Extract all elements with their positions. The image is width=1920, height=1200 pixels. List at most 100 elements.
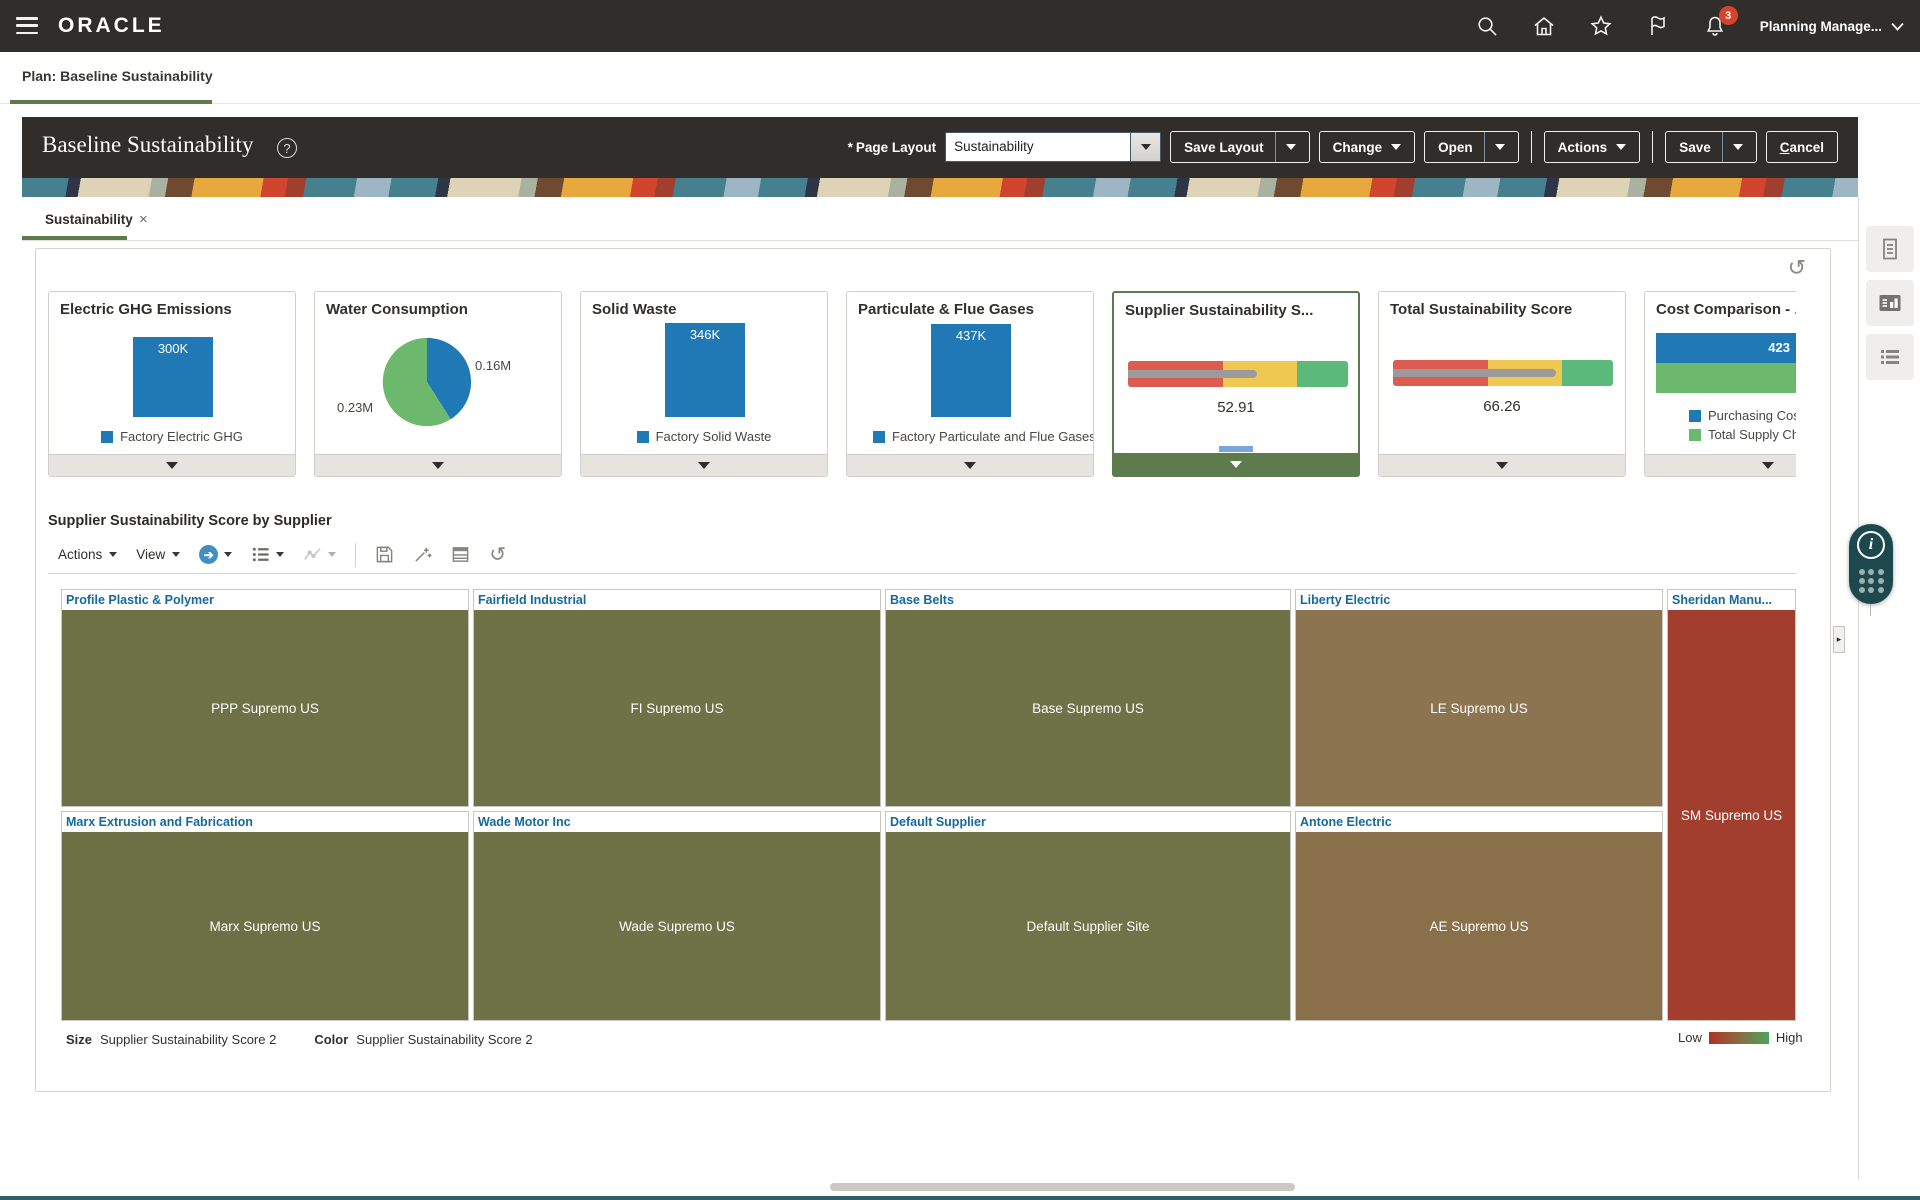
size-value: Supplier Sustainability Score 2 [100, 1032, 276, 1047]
dropdown-caret-icon [328, 552, 336, 557]
open-button[interactable]: Open [1424, 131, 1519, 163]
size-label: Size [66, 1032, 92, 1047]
home-icon[interactable] [1532, 14, 1556, 38]
dropdown-caret-icon [224, 552, 232, 557]
drill-button[interactable]: ➔ [199, 545, 232, 564]
gauge-needle [1128, 370, 1257, 378]
kpi-card-expander[interactable] [49, 454, 295, 476]
panel-splitter-handle[interactable]: ▸ [1833, 626, 1845, 653]
chart-legend: Factory Electric GHG [49, 429, 295, 444]
cancel-button[interactable]: Cancel [1766, 131, 1838, 163]
refresh-icon: ↺ [489, 545, 506, 565]
star-icon[interactable] [1589, 14, 1613, 38]
tab-plan-baseline-sustainability[interactable]: Plan: Baseline Sustainability [22, 68, 213, 84]
save-layout-button[interactable]: Save Layout [1170, 131, 1310, 163]
refresh-button[interactable]: ↺ [489, 545, 506, 565]
kpi-card-expander[interactable] [315, 454, 561, 476]
flag-icon[interactable] [1646, 14, 1670, 38]
bar-value-label: 300K [133, 341, 213, 356]
kpi-card-solid-waste[interactable]: Solid Waste 346K Factory Solid Waste [580, 291, 828, 477]
save-view-button[interactable] [375, 545, 394, 564]
dashboard-icon [1877, 290, 1903, 316]
kpi-card-particulate-flue-gases[interactable]: Particulate & Flue Gases 437K Factory Pa… [846, 291, 1094, 477]
kpi-card-expander[interactable] [847, 454, 1093, 476]
kpi-card-expander[interactable] [581, 454, 827, 476]
page-layout-dropdown-button[interactable] [1131, 132, 1161, 162]
bell-icon[interactable]: 3 [1703, 14, 1727, 38]
gauge-value: 52.91 [1114, 399, 1358, 416]
table-view-button[interactable] [451, 545, 470, 564]
save-dropdown[interactable] [1722, 132, 1743, 162]
header-controls: *Page Layout Sustainability Save Layout … [848, 131, 1838, 163]
search-icon[interactable] [1475, 14, 1499, 38]
treemap-tile-marx-extrusion[interactable]: Marx Extrusion and Fabrication Marx Supr… [61, 811, 469, 1021]
treemap-tile-antone-electric[interactable]: Antone Electric AE Supremo US [1295, 811, 1663, 1021]
format-wand-icon [413, 545, 432, 564]
hierarchy-levels-button[interactable] [251, 545, 284, 564]
change-button[interactable]: Change [1319, 131, 1416, 163]
page-layout-select[interactable]: Sustainability [945, 132, 1161, 162]
color-label: Color [314, 1032, 348, 1047]
global-header: ORACLE 3 Planning Manage... [0, 0, 1920, 52]
treemap-tile-base-belts[interactable]: Base Belts Base Supremo US [885, 589, 1291, 807]
scale-low-label: Low [1678, 1030, 1702, 1045]
help-icon[interactable]: ? [277, 138, 297, 158]
treemap-tile-wade-motor[interactable]: Wade Motor Inc Wade Supremo US [473, 811, 881, 1021]
divider [1870, 604, 1871, 616]
list-icon [1877, 344, 1903, 370]
gauge-needle [1393, 369, 1556, 377]
kpi-card-total-sustainability-score[interactable]: Total Sustainability Score 66.26 [1378, 291, 1626, 477]
save-button[interactable]: Save [1665, 131, 1757, 163]
close-icon[interactable]: × [139, 211, 148, 228]
kpi-card-expander[interactable] [1379, 454, 1625, 476]
tile-supplier-name: Antone Electric [1296, 812, 1662, 832]
oracle-logo: ORACLE [58, 14, 165, 38]
treemap-color-scale: Low High [1678, 1030, 1803, 1045]
panel-tab-list-icon[interactable] [1866, 334, 1914, 380]
grid-dots-icon[interactable] [1859, 569, 1884, 593]
kpi-card-cost-comparison[interactable]: Cost Comparison - ... 423 Purchasing Cos… [1644, 291, 1796, 477]
pie-chart [381, 336, 473, 428]
treemap-view-menu[interactable]: View [136, 547, 180, 562]
info-icon[interactable]: i [1857, 531, 1885, 559]
format-button[interactable] [413, 545, 432, 564]
open-dropdown[interactable] [1484, 132, 1505, 162]
page-layout-value[interactable]: Sustainability [945, 132, 1131, 162]
user-menu[interactable]: Planning Manage... [1760, 19, 1904, 34]
restore-layout-icon[interactable]: ↺ [1788, 257, 1806, 279]
kpi-card-expander[interactable] [1114, 453, 1358, 475]
horizontal-scrollbar-thumb[interactable] [830, 1183, 1295, 1191]
tile-supplier-name: Base Belts [886, 590, 1290, 610]
treemap-tile-profile-plastic-polymer[interactable]: Profile Plastic & Polymer PPP Supremo US [61, 589, 469, 807]
kpi-card-electric-ghg[interactable]: Electric GHG Emissions 300K Factory Elec… [48, 291, 296, 477]
treemap-tile-fairfield-industrial[interactable]: Fairfield Industrial FI Supremo US [473, 589, 881, 807]
dropdown-caret-icon [1391, 144, 1401, 150]
treemap-actions-menu[interactable]: Actions [58, 547, 117, 562]
tile-supplier-name: Profile Plastic & Polymer [62, 590, 468, 610]
tile-body: Marx Supremo US [62, 832, 468, 1020]
save-layout-dropdown[interactable] [1275, 132, 1296, 162]
chart-legend: Factory Particulate and Flue Gases [847, 429, 1093, 444]
divider [1531, 131, 1532, 163]
kpi-card-supplier-sustainability-score[interactable]: Supplier Sustainability S... 52.91 [1112, 291, 1360, 477]
divider [1652, 131, 1653, 163]
status-meter-gauge [1128, 361, 1348, 387]
menu-icon[interactable] [16, 17, 38, 34]
plan-header: Baseline Sustainability ? *Page Layout S… [22, 117, 1858, 178]
tile-supplier-name: Sheridan Manu... [1668, 590, 1795, 610]
treemap-tile-sheridan-manufacturing[interactable]: Sheridan Manu... SM Supremo US [1667, 589, 1796, 1021]
global-header-actions: 3 Planning Manage... [1475, 0, 1904, 52]
panel-tab-dashboard-icon[interactable] [1866, 280, 1914, 326]
kpi-card-title: Particulate & Flue Gases [858, 301, 1034, 318]
treemap-tile-default-supplier[interactable]: Default Supplier Default Supplier Site [885, 811, 1291, 1021]
tab-sustainability[interactable]: Sustainability [45, 212, 133, 227]
actions-button[interactable]: Actions [1544, 131, 1641, 163]
treemap-tile-liberty-electric[interactable]: Liberty Electric LE Supremo US [1295, 589, 1663, 807]
dropdown-caret-icon [1616, 144, 1626, 150]
scroll-indicator [1219, 446, 1253, 452]
kpi-card-expander[interactable] [1645, 454, 1796, 476]
guided-learning-widget[interactable]: i [1849, 524, 1893, 604]
kpi-card-water-consumption[interactable]: Water Consumption 0.16M 0.23M [314, 291, 562, 477]
panel-tab-page-icon[interactable] [1866, 226, 1914, 272]
pie-slice-label: 0.23M [337, 400, 373, 415]
